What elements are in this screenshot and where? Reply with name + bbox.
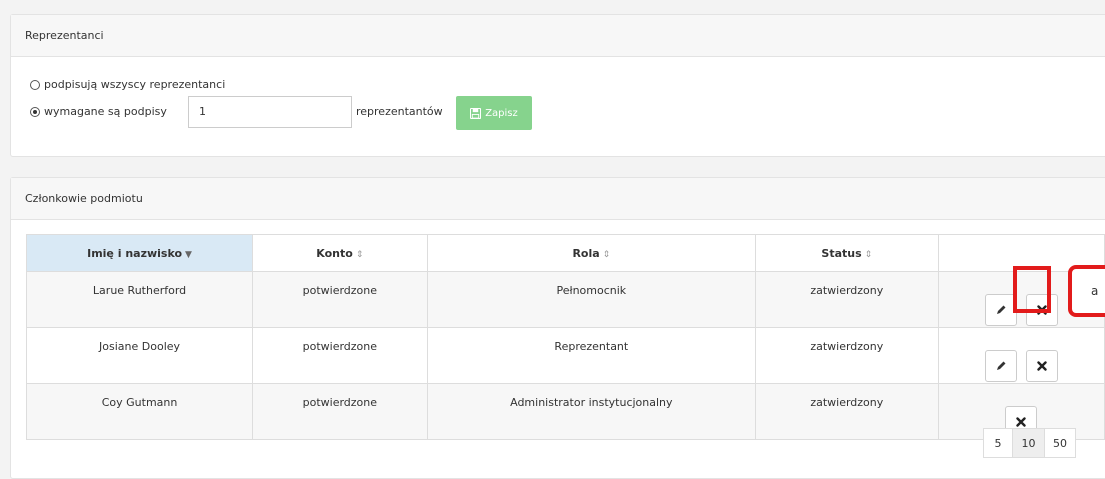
representatives-panel-title: Reprezentanci [11,15,1105,57]
cell-role: Pełnomocnik [426,271,757,328]
save-button-label: Zapisz [485,107,518,119]
members-panel-title: Członkowie podmiotu [11,178,1105,220]
pencil-icon [996,361,1006,370]
page-size-10[interactable]: 10 [1012,428,1045,458]
sort-icon: ⇕ [602,249,611,260]
members-table: Imię i nazwisko ▼ Konto ⇕ Rola ⇕ Status ⇕ La… [25,234,1105,440]
page-size-50[interactable]: 50 [1044,428,1076,458]
cell-status: zatwierdzony [755,383,939,440]
caret-down-icon: ▼ [185,249,192,260]
cell-actions [937,327,1105,384]
column-header-status[interactable]: Status ⇕ [755,234,939,272]
cell-name: Coy Gutmann [25,383,254,440]
table-header-row: Imię i nazwisko ▼ Konto ⇕ Rola ⇕ Status ⇕ [25,234,1105,272]
cell-status: zatwierdzony [755,271,939,328]
times-icon [1037,361,1047,371]
floppy-disk-icon [470,107,482,119]
column-header-role[interactable]: Rola ⇕ [426,234,757,272]
signing-option-all[interactable]: podpisują wszyscy reprezentanci [30,78,225,91]
page-size-selector: 5 10 50 [983,428,1076,458]
partial-button-highlight[interactable]: a [1068,265,1105,317]
cell-role: Administrator instytucjonalny [426,383,757,440]
table-row: Coy Gutmann potwierdzone Administrator i… [25,383,1105,440]
radio-all-representatives[interactable] [30,79,40,90]
edit-button[interactable] [984,350,1017,382]
cell-account: potwierdzone [252,383,428,440]
delete-button[interactable] [1025,350,1058,382]
page-size-5[interactable]: 5 [983,428,1013,458]
cell-name: Josiane Dooley [25,327,254,384]
pencil-icon [996,305,1006,314]
signing-option-required[interactable]: wymagane są podpisy [30,105,167,118]
option-all-label: podpisują wszyscy reprezentanci [44,78,226,91]
option-required-label: wymagane są podpisy [44,105,167,118]
column-header-name[interactable]: Imię i nazwisko ▼ [25,234,254,272]
cell-account: potwierdzone [252,271,428,328]
times-icon [1016,417,1026,427]
radio-required-signatures[interactable] [30,106,40,117]
save-button[interactable]: Zapisz [456,96,532,130]
sort-icon: ⇕ [864,249,873,260]
cell-status: zatwierdzony [755,327,939,384]
delete-button-highlight [1013,266,1051,313]
column-header-account[interactable]: Konto ⇕ [252,234,428,272]
partial-button-text: a [1091,284,1099,298]
required-signatures-input[interactable]: 1 [188,96,352,128]
table-row: Larue Rutherford potwierdzone Pełnomocni… [25,271,1105,328]
table-row: Josiane Dooley potwierdzone Reprezentant… [25,327,1105,384]
cell-role: Reprezentant [426,327,757,384]
cell-name: Larue Rutherford [25,271,254,328]
sort-icon: ⇕ [355,249,364,260]
cell-account: potwierdzone [252,327,428,384]
representatives-suffix-label: reprezentantów [356,105,443,118]
edit-button[interactable] [984,294,1017,326]
